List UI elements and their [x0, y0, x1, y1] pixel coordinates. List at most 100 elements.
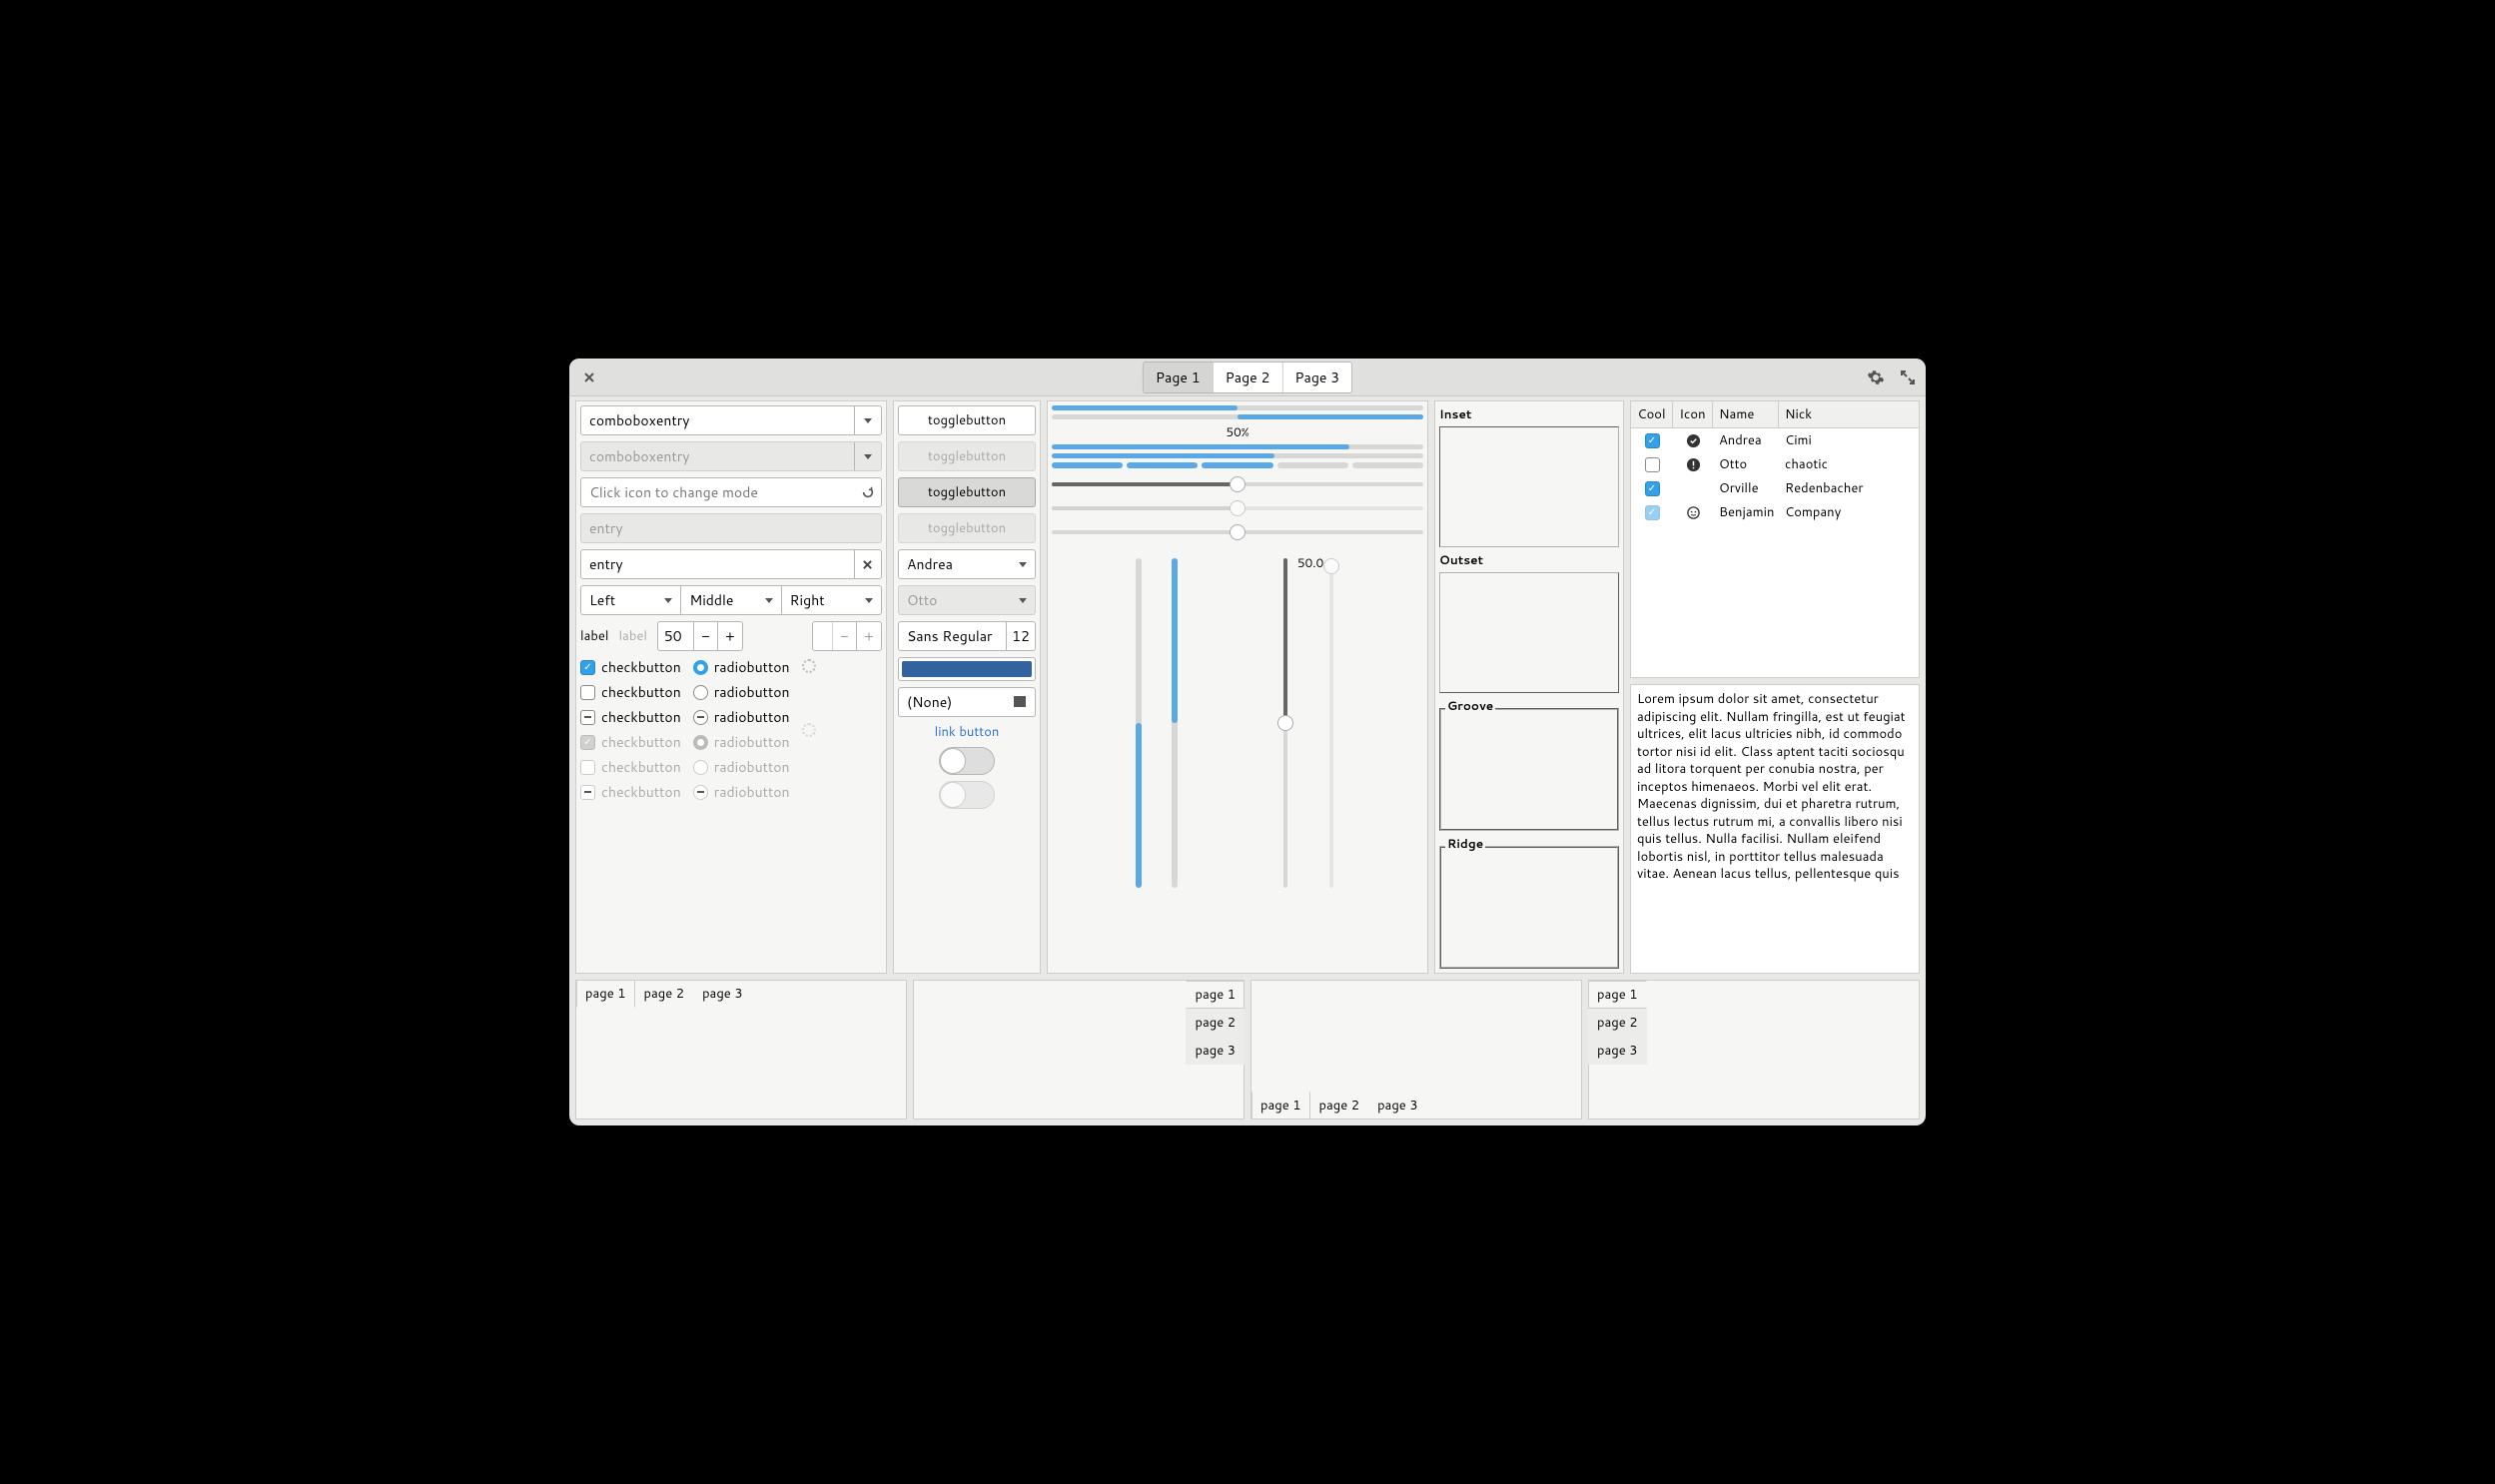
- notebook-tab[interactable]: page 3: [693, 980, 752, 1008]
- table-row[interactable]: ✓ Orville Redenbacher: [1631, 476, 1919, 500]
- label-1: label: [580, 627, 608, 645]
- combobox-entry-1-dropdown[interactable]: [854, 406, 880, 434]
- column-2: togglebutton togglebutton togglebutton t…: [893, 400, 1041, 974]
- textview[interactable]: Lorem ipsum dolor sit amet, consectetur …: [1630, 684, 1920, 974]
- linked-middle[interactable]: Middle: [680, 585, 780, 615]
- clear-button[interactable]: [854, 549, 881, 579]
- frame-outset: [1439, 572, 1619, 693]
- linked-right[interactable]: Right: [781, 585, 882, 615]
- preferences-button[interactable]: [1864, 366, 1888, 389]
- combobox-entry-1[interactable]: comboboxentry: [580, 405, 882, 435]
- notebook-tab[interactable]: page 2: [1186, 1009, 1245, 1037]
- linked-combos: Left Middle Right: [580, 585, 882, 615]
- col-nick[interactable]: Nick: [1779, 401, 1919, 427]
- col-icon[interactable]: Icon: [1673, 401, 1713, 427]
- v-progressbar-2: [1172, 558, 1178, 888]
- entry-disabled-text: entry: [589, 518, 623, 538]
- spin-minus[interactable]: −: [694, 622, 718, 650]
- warn-circle-icon: [1685, 456, 1701, 472]
- treeview-body: ✓ Andrea Cimi Otto chaotic ✓: [1631, 428, 1919, 677]
- radio-icon: [693, 685, 708, 700]
- notebook-tab[interactable]: page 2: [1310, 1092, 1369, 1119]
- table-row[interactable]: ✓ Andrea Cimi: [1631, 428, 1919, 452]
- combobox-entry-1-text: comboboxentry: [589, 410, 689, 430]
- scale-3-no-fill[interactable]: [1052, 524, 1423, 540]
- close-icon: [862, 559, 873, 570]
- progressbar-3: [1052, 444, 1423, 449]
- entry-clearable-input[interactable]: [589, 554, 854, 574]
- chevron-down-icon: [1019, 562, 1027, 567]
- radiobutton-1[interactable]: radiobutton: [693, 657, 790, 677]
- v-scale-2-disabled: [1323, 558, 1339, 888]
- checkbutton-2[interactable]: checkbutton: [580, 682, 681, 702]
- tab-page-3[interactable]: Page 3: [1282, 363, 1351, 392]
- checkbutton-1[interactable]: ✓checkbutton: [580, 657, 681, 677]
- checkbox-icon: [580, 760, 595, 775]
- frame-outset-label: Outset: [1439, 551, 1619, 568]
- radiobutton-4-disabled: radiobutton: [693, 732, 790, 752]
- col-cool[interactable]: Cool: [1631, 401, 1673, 427]
- chevron-down-icon: [864, 454, 872, 459]
- close-button[interactable]: [575, 364, 603, 391]
- tab-page-1[interactable]: Page 1: [1144, 363, 1214, 392]
- togglebutton-3-active[interactable]: togglebutton: [898, 477, 1036, 507]
- frames-column: Inset Outset Groove Ridge: [1434, 400, 1624, 974]
- checkbox-icon[interactable]: ✓: [1645, 433, 1660, 448]
- table-row[interactable]: ✓ Benjamin Company: [1631, 500, 1919, 524]
- column-1: comboboxentry comboboxentry entry: [575, 400, 887, 974]
- progress-text: 50%: [1226, 423, 1248, 440]
- frame-groove: [1439, 708, 1619, 831]
- notebook-tab[interactable]: page 1: [1186, 981, 1245, 1009]
- link-button[interactable]: link button: [898, 723, 1036, 741]
- treeview[interactable]: Cool Icon Name Nick ✓ Andrea Cimi: [1630, 400, 1920, 678]
- notebook-bottom-tabs: page 1 page 2 page 3: [1250, 980, 1582, 1119]
- v-scale-1[interactable]: 50.0: [1277, 558, 1293, 888]
- notebook-tab[interactable]: page 1: [1588, 981, 1647, 1009]
- file-button[interactable]: (None): [898, 687, 1036, 717]
- table-row[interactable]: Otto chaotic: [1631, 452, 1919, 476]
- progressbar-2: [1052, 414, 1423, 419]
- spin-plus[interactable]: +: [718, 622, 742, 650]
- fullscreen-button[interactable]: [1896, 366, 1920, 389]
- titlebar-actions: [1864, 366, 1920, 389]
- mode-entry-input[interactable]: [589, 482, 873, 502]
- progressbar-1: [1052, 405, 1423, 410]
- column-3: 50%: [1047, 400, 1428, 974]
- levelbar: [1052, 462, 1423, 468]
- radiobutton-3[interactable]: radiobutton: [693, 707, 790, 727]
- radio-icon: [693, 785, 708, 800]
- refresh-button[interactable]: [861, 485, 875, 499]
- notebook-tab[interactable]: page 3: [1368, 1092, 1427, 1119]
- notebook-tab[interactable]: page 1: [576, 980, 635, 1008]
- color-button[interactable]: [898, 657, 1036, 681]
- notebook-tab[interactable]: page 2: [1588, 1009, 1647, 1037]
- mode-entry[interactable]: [580, 477, 882, 507]
- togglebutton-1[interactable]: togglebutton: [898, 405, 1036, 435]
- checkbutton-3[interactable]: checkbutton: [580, 707, 681, 727]
- scale-1[interactable]: [1052, 476, 1423, 492]
- chevron-down-icon: [864, 418, 872, 423]
- spin-value[interactable]: 50: [658, 622, 694, 650]
- checkbox-icon[interactable]: [1645, 457, 1660, 472]
- notebook-tab[interactable]: page 3: [1186, 1037, 1245, 1065]
- notebook-top-tabs: page 1 page 2 page 3: [575, 980, 907, 1119]
- notebook-tab[interactable]: page 1: [1251, 1092, 1310, 1119]
- font-button[interactable]: Sans Regular 12: [898, 621, 1036, 651]
- notebook-tab[interactable]: page 3: [1588, 1037, 1647, 1065]
- tab-page-2[interactable]: Page 2: [1214, 363, 1283, 392]
- notebook-tab[interactable]: page 2: [635, 980, 694, 1008]
- radiobutton-2[interactable]: radiobutton: [693, 682, 790, 702]
- spinbutton[interactable]: 50 − +: [657, 621, 743, 651]
- entry-clearable[interactable]: [580, 549, 882, 579]
- combo-andrea[interactable]: Andrea: [898, 549, 1036, 579]
- check-column: ✓checkbutton checkbutton checkbutton ✓ch…: [580, 657, 681, 802]
- face-icon: [1685, 504, 1701, 520]
- notebook-tabs: page 1 page 2 page 3: [576, 980, 752, 1008]
- chevron-down-icon: [865, 598, 873, 603]
- linked-left[interactable]: Left: [580, 585, 680, 615]
- close-icon: [583, 371, 595, 383]
- col-name[interactable]: Name: [1713, 401, 1779, 427]
- color-swatch: [902, 661, 1032, 677]
- checkbox-icon[interactable]: ✓: [1645, 481, 1660, 496]
- switch-1[interactable]: [939, 747, 995, 775]
